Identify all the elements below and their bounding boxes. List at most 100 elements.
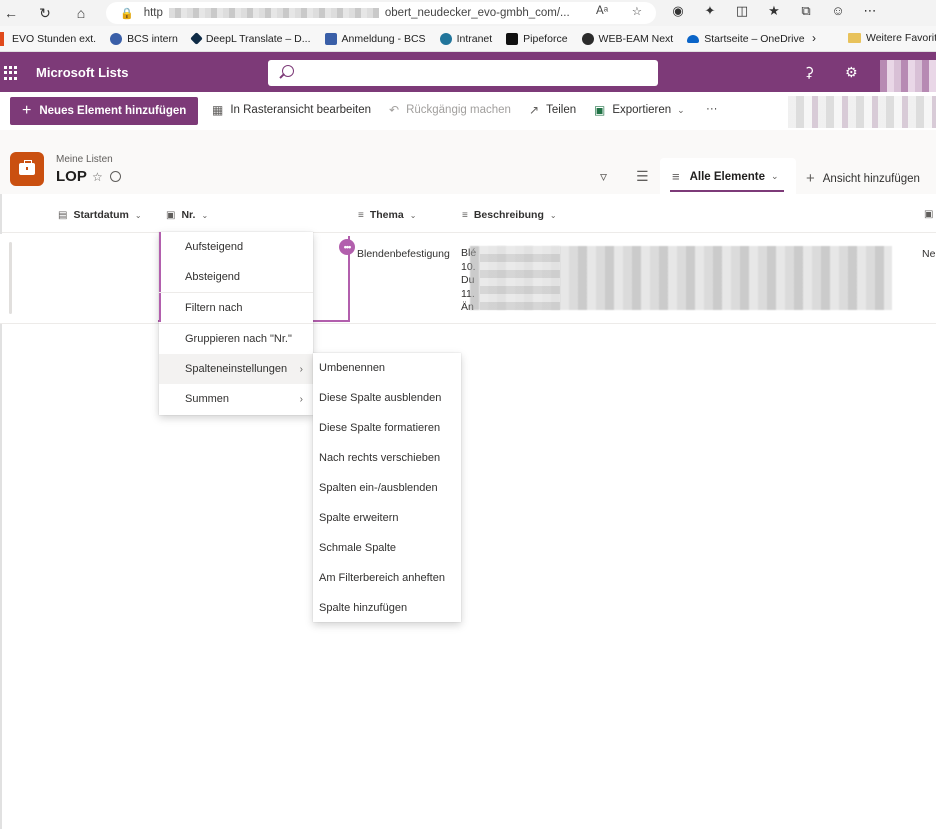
browser-toolbar: ← ↻ ⌂ 🔒 http obert_neudecker_evo-gmbh_co… bbox=[0, 0, 936, 26]
list-options-icon[interactable]: ☰ bbox=[636, 168, 649, 185]
grid-edit-button[interactable]: ▦ In Rasteransicht bearbeiten bbox=[212, 103, 371, 117]
favorite-item[interactable]: Anmeldung - BCS bbox=[324, 32, 426, 45]
url-end: obert_neudecker_evo-gmbh_com/... bbox=[384, 7, 570, 19]
person-icon bbox=[110, 32, 123, 45]
menu-item-sort-ascending[interactable]: Aufsteigend bbox=[159, 232, 313, 262]
column-settings-submenu: Umbenennen Diese Spalte ausblenden Diese… bbox=[313, 353, 461, 622]
excel-icon: ▣ bbox=[594, 103, 606, 117]
app-title[interactable]: Microsoft Lists bbox=[36, 65, 128, 80]
add-view-button[interactable]: + Ansicht hinzufügen bbox=[806, 170, 920, 187]
pipeforce-icon bbox=[506, 32, 519, 45]
folder-icon bbox=[848, 33, 861, 43]
cell-next: Ne bbox=[922, 248, 936, 260]
submenu-item-rename[interactable]: Umbenennen bbox=[313, 353, 461, 383]
column-header-row: ▤ Startdatum ⌄ ▣ Nr. ⌄ ≡ Thema ⌄ ≡ Besch… bbox=[0, 197, 936, 233]
share-flow-icon[interactable]: ⚳ bbox=[804, 64, 814, 81]
number-icon: ▣ bbox=[166, 209, 176, 221]
submenu-item-format-column[interactable]: Diese Spalte formatieren bbox=[313, 413, 461, 443]
column-header-startdatum[interactable]: ▤ Startdatum ⌄ bbox=[58, 209, 142, 221]
undo-button[interactable]: ↶ Rückgängig machen bbox=[389, 103, 511, 117]
column-header-thema[interactable]: ≡ Thema ⌄ bbox=[358, 209, 416, 221]
search-input[interactable] bbox=[268, 60, 658, 86]
view-tab-all-items[interactable]: ≡ Alle Elemente ⌄ bbox=[660, 158, 796, 194]
active-tab-indicator bbox=[670, 190, 784, 192]
favorites-folder[interactable]: Weitere Favorit bbox=[848, 32, 936, 44]
column-header-beschreibung[interactable]: ≡ Beschreibung ⌄ bbox=[462, 209, 557, 221]
favorite-item[interactable]: EVO Stunden ext. bbox=[12, 33, 96, 45]
extensions-puzzle-icon[interactable]: ✦ bbox=[700, 3, 720, 19]
chevron-right-icon: › bbox=[299, 363, 303, 375]
favorites-edge-icon bbox=[0, 31, 4, 46]
collections-icon[interactable]: ⧉ bbox=[796, 3, 816, 19]
favorite-star-icon[interactable]: ☆ bbox=[92, 170, 103, 184]
refresh-icon[interactable]: ↻ bbox=[36, 4, 54, 22]
submenu-item-expand-column[interactable]: Spalte erweitern bbox=[313, 503, 461, 533]
menu-item-totals[interactable]: Summen › bbox=[159, 384, 313, 414]
login-icon bbox=[324, 32, 337, 45]
check-circle-icon[interactable] bbox=[110, 171, 121, 182]
grid-icon: ▦ bbox=[212, 103, 224, 117]
text-lines-icon: ≡ bbox=[358, 209, 364, 221]
onedrive-cloud-icon bbox=[687, 34, 700, 43]
search-icon bbox=[282, 65, 294, 77]
column-header-next[interactable]: ▣ bbox=[924, 209, 936, 220]
favorite-item[interactable]: DeepL Translate – D... bbox=[189, 32, 311, 45]
home-icon[interactable]: ⌂ bbox=[72, 4, 90, 22]
page-title: LOP bbox=[56, 168, 87, 185]
submenu-item-move-right[interactable]: Nach rechts verschieben bbox=[313, 443, 461, 473]
submenu-item-narrow-column[interactable]: Schmale Spalte bbox=[313, 533, 461, 563]
submenu-item-hide-column[interactable]: Diese Spalte ausblenden bbox=[313, 383, 461, 413]
read-aloud-icon[interactable]: Aᵃ bbox=[596, 5, 608, 17]
favorite-item[interactable]: BCS intern bbox=[110, 32, 178, 45]
row-selector[interactable] bbox=[9, 242, 12, 314]
more-commands-button[interactable]: ··· bbox=[706, 103, 718, 115]
redacted-area bbox=[788, 96, 936, 128]
favorite-item[interactable]: Pipeforce bbox=[506, 32, 568, 45]
split-screen-icon[interactable]: ◫ bbox=[732, 3, 752, 19]
chevron-right-icon[interactable]: › bbox=[812, 31, 816, 45]
favorite-star-icon[interactable]: ☆ bbox=[632, 4, 642, 18]
menu-item-column-settings[interactable]: Spalteneinstellungen › bbox=[159, 354, 313, 384]
menu-dots-icon[interactable]: ⋯ bbox=[860, 3, 880, 19]
gear-icon[interactable]: ⚙ bbox=[845, 64, 858, 81]
back-arrow-icon[interactable]: ← bbox=[2, 4, 20, 22]
favorite-item[interactable]: Intranet bbox=[439, 32, 492, 45]
new-item-button[interactable]: + Neues Element hinzufügen bbox=[10, 97, 198, 125]
share-icon: ↗ bbox=[529, 103, 540, 117]
favorite-item[interactable]: WEB-EAM Next bbox=[581, 32, 673, 45]
plus-icon: + bbox=[806, 170, 815, 187]
profile-icon[interactable]: ☺ bbox=[828, 3, 848, 19]
export-button[interactable]: ▣ Exportieren ⌄ bbox=[594, 103, 685, 117]
favorites-bar: EVO Stunden ext. BCS intern DeepL Transl… bbox=[0, 26, 936, 52]
menu-item-filter-by[interactable]: Filtern nach bbox=[159, 293, 313, 323]
calendar-icon: ▤ bbox=[58, 209, 68, 221]
app-launcher-icon[interactable] bbox=[4, 66, 18, 80]
cell-thema: Blendenbefestigung bbox=[357, 248, 450, 260]
address-bar[interactable]: 🔒 http obert_neudecker_evo-gmbh_com/... … bbox=[106, 2, 656, 24]
menu-item-sort-descending[interactable]: Absteigend bbox=[159, 262, 313, 292]
breadcrumb[interactable]: Meine Listen bbox=[56, 154, 113, 165]
more-actions-icon[interactable]: ••• bbox=[339, 239, 355, 255]
filter-icon[interactable]: ▿ bbox=[600, 168, 607, 185]
globe-icon bbox=[581, 32, 594, 45]
menu-item-group-by[interactable]: Gruppieren nach "Nr." bbox=[159, 324, 313, 354]
column-header-nr[interactable]: ▣ Nr. ⌄ bbox=[166, 209, 208, 221]
description-redacted bbox=[480, 246, 560, 310]
submenu-item-add-column[interactable]: Spalte hinzufügen bbox=[313, 593, 461, 623]
deepl-icon bbox=[189, 32, 203, 45]
favorites-icon[interactable]: ★ bbox=[764, 3, 784, 19]
extension-icon[interactable]: ◉ bbox=[668, 3, 688, 19]
lines-icon: ≡ bbox=[672, 169, 680, 184]
submenu-item-pin-to-filter[interactable]: Am Filterbereich anheften bbox=[313, 563, 461, 593]
share-button[interactable]: ↗ Teilen bbox=[529, 103, 576, 117]
briefcase-icon bbox=[10, 152, 44, 186]
chevron-down-icon: ⌄ bbox=[134, 210, 142, 220]
chevron-down-icon: ⌄ bbox=[409, 210, 417, 220]
wordpress-icon bbox=[439, 32, 452, 45]
list-header: Meine Listen LOP ☆ ▿ ☰ ≡ Alle Elemente ⌄… bbox=[0, 130, 936, 194]
favorite-item[interactable]: Startseite – OneDrive bbox=[687, 33, 805, 45]
chevron-down-icon: ⌄ bbox=[201, 210, 209, 220]
submenu-item-show-hide-columns[interactable]: Spalten ein-/ausblenden bbox=[313, 473, 461, 503]
column-type-icon: ▣ bbox=[924, 209, 934, 220]
column-context-menu: Aufsteigend Absteigend Filtern nach Grup… bbox=[159, 232, 313, 415]
